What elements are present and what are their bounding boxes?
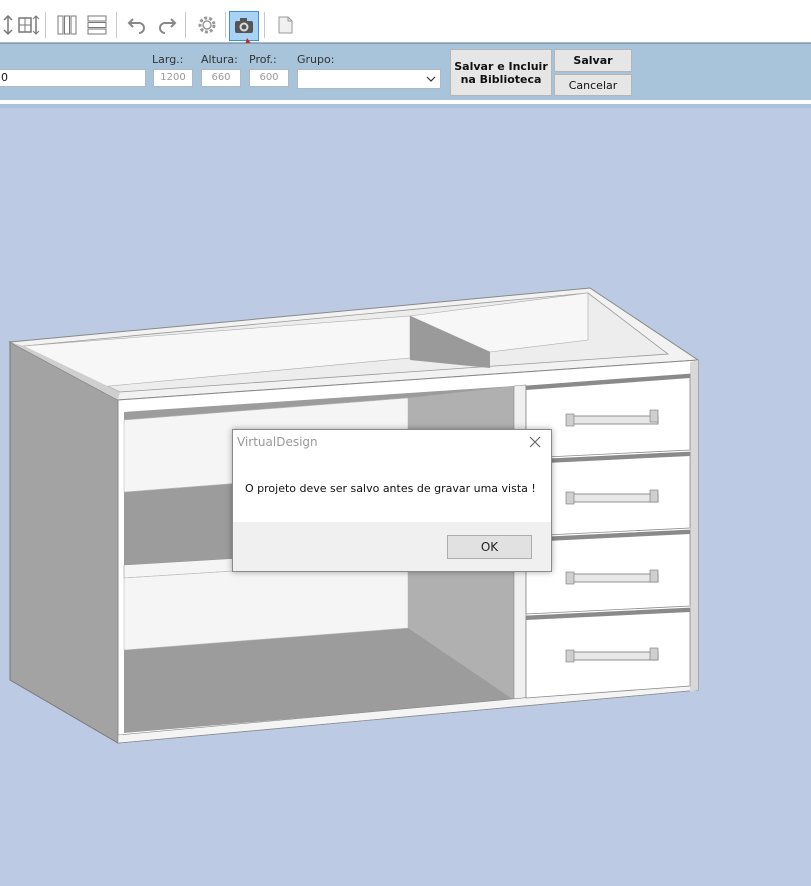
drawer-front [525,607,691,699]
width-label: Larg.: [152,53,184,66]
toolbar-separator [185,12,186,38]
vertical-divisions-icon[interactable] [53,11,81,39]
save-and-include-button[interactable]: Salvar e Incluir na Biblioteca [450,49,552,96]
width-height-adjust-icon[interactable] [14,11,42,39]
cancel-button[interactable]: Cancelar [554,74,632,96]
depth-label: Prof.: [249,53,277,66]
dialog-footer: OK [233,522,551,571]
toolbar-separator [116,12,117,38]
group-label: Grupo: [297,53,335,66]
toolbar [0,0,811,71]
depth-field[interactable]: 600 [249,69,289,87]
save-include-label-line2: na Biblioteca [460,72,542,86]
dialog-message: O projeto deve ser salvo antes de gravar… [245,482,536,495]
close-icon[interactable] [525,432,545,452]
page-icon[interactable] [271,11,299,39]
message-dialog: VirtualDesign O projeto deve ser salvo a… [232,429,552,572]
save-button[interactable]: Salvar [554,49,632,72]
toolbar-separator [45,12,46,38]
group-select[interactable] [297,69,441,89]
chevron-down-icon [426,76,436,82]
dialog-title: VirtualDesign [237,435,318,449]
properties-bar: 0 Larg.: 1200 Altura: 660 Prof.: 600 Gru… [0,43,811,108]
undo-icon[interactable] [123,11,151,39]
horizontal-divisions-icon[interactable] [83,11,111,39]
height-label: Altura: [201,53,238,66]
save-include-label-line1: Salvar e Incluir [454,59,548,73]
settings-gear-icon[interactable] [193,11,221,39]
height-field[interactable]: 660 [201,69,241,87]
redo-icon[interactable] [153,11,181,39]
toolbar-separator [264,12,265,38]
width-field[interactable]: 1200 [153,69,193,87]
toolbar-separator [225,12,226,38]
name-field[interactable]: 0 [0,69,146,87]
ok-button[interactable]: OK [447,535,532,559]
